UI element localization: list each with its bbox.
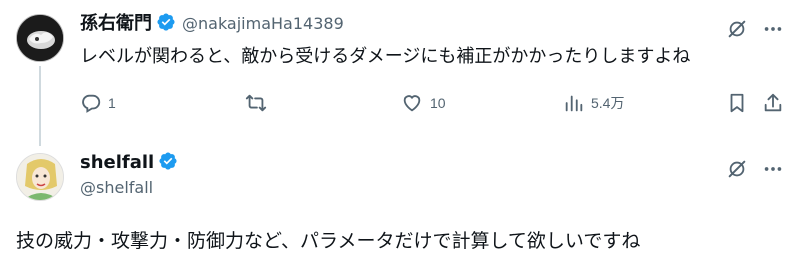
like-icon: [403, 95, 421, 112]
tweet2-header: shelfall: [80, 151, 178, 175]
bookmark-button[interactable]: [726, 92, 748, 114]
tweet-text: レベルが関わると、敵から受けるダメージにも補正がかかったりしますよね: [80, 46, 691, 67]
tweet-text: 技の威力・攻撃力・防御力など、パラメータだけで計算して欲しいですね: [16, 230, 641, 252]
reply-count: 1: [108, 95, 116, 111]
more-icon[interactable]: [760, 16, 786, 42]
avatar-image-icon: [17, 15, 63, 61]
avatar[interactable]: [16, 14, 64, 62]
more-icon[interactable]: [760, 156, 786, 182]
views-icon: [565, 95, 583, 112]
like-button[interactable]: 10: [400, 92, 446, 114]
verified-badge-icon: [156, 12, 176, 36]
grok-icon[interactable]: [724, 16, 750, 42]
avatar[interactable]: [16, 153, 64, 201]
avatar-image-icon: [17, 154, 63, 200]
thread-connector-line: [39, 66, 41, 146]
bookmark-icon: [730, 93, 744, 113]
tweet1-header: 孫右衛門 @nakajimaHa14389: [80, 12, 344, 36]
views-button[interactable]: 5.4万: [563, 92, 624, 114]
display-name[interactable]: shelfall: [80, 152, 154, 174]
verified-badge-icon: [158, 151, 178, 175]
reply-icon: [82, 94, 101, 113]
share-button[interactable]: [762, 92, 784, 114]
reply-button[interactable]: 1: [80, 92, 116, 114]
handle[interactable]: @nakajimaHa14389: [182, 13, 344, 35]
share-icon: [764, 93, 782, 112]
repost-icon: [245, 94, 267, 112]
view-count: 5.4万: [591, 95, 625, 111]
like-count: 10: [430, 95, 446, 111]
handle[interactable]: @shelfall: [80, 177, 153, 199]
display-name[interactable]: 孫右衛門: [80, 13, 152, 35]
repost-button[interactable]: [244, 92, 274, 114]
grok-icon[interactable]: [724, 156, 750, 182]
